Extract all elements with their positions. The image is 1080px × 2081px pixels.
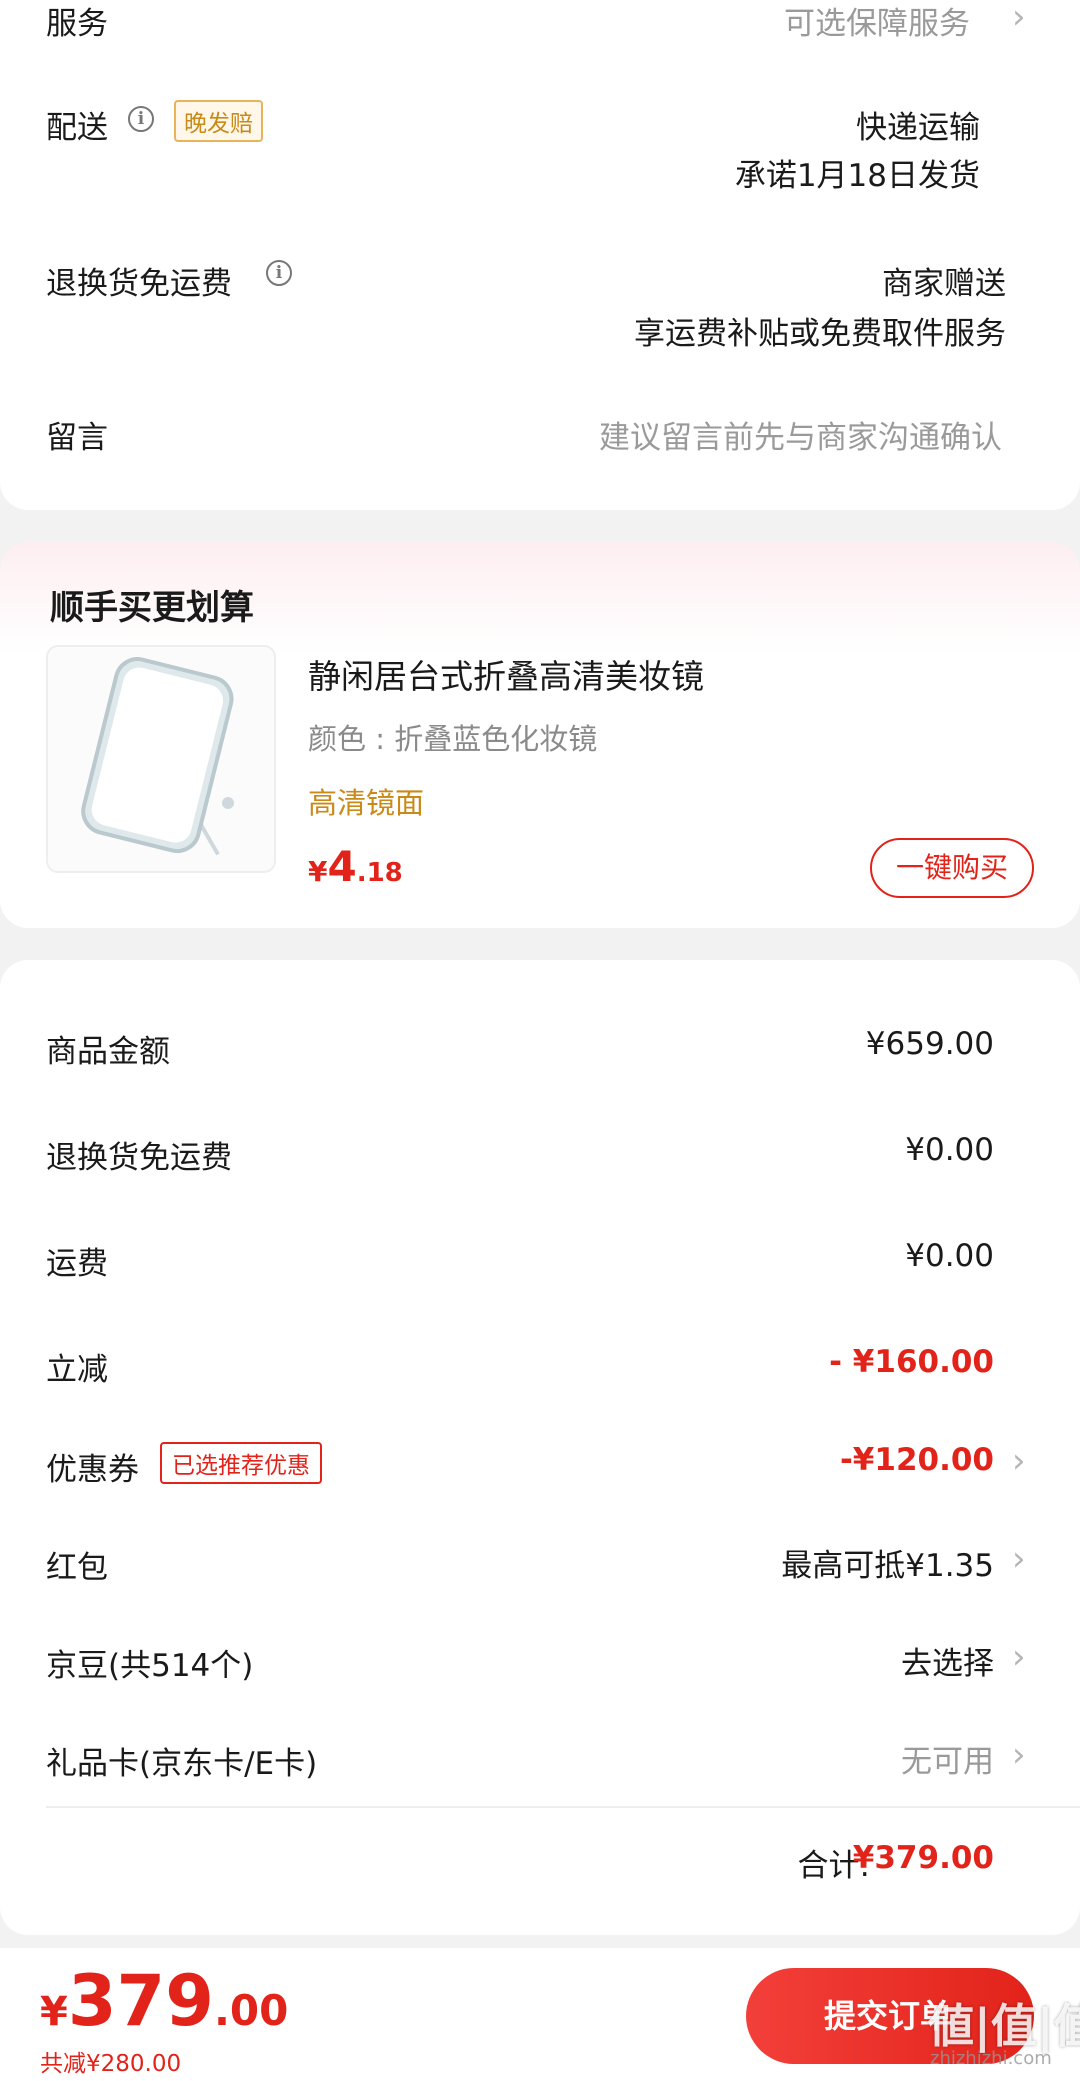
giftcard-value[interactable]: 无可用 [901, 1736, 994, 1781]
jingdou-value[interactable]: 去选择 [901, 1638, 994, 1683]
price-integer: 4 [327, 842, 357, 891]
chevron-right-icon[interactable]: › [1012, 1444, 1026, 1478]
return-shipping-value: 商家赠送 [882, 266, 1006, 302]
total-value: ¥379.00 [852, 1840, 994, 1876]
price-decimal: .18 [356, 858, 403, 888]
product-thumbnail[interactable] [46, 645, 276, 873]
return-fee-value: ¥0.00 [905, 1132, 994, 1168]
discount-label: 立减 [46, 1352, 108, 1388]
redpacket-value[interactable]: 最高可抵¥1.35 [781, 1540, 994, 1585]
goods-amount-label: 商品金额 [46, 1034, 170, 1070]
amount-integer: 379 [67, 1960, 214, 2042]
watermark-logo: 値|值|值 [928, 1999, 1080, 2053]
currency-symbol: ¥ [308, 855, 328, 888]
goods-amount-value: ¥659.00 [865, 1026, 994, 1062]
chevron-right-icon[interactable]: › [1012, 0, 1026, 34]
addon-product-price: ¥4.18 [308, 842, 403, 891]
message-label: 留言 [46, 420, 108, 456]
addon-product-title[interactable]: 静闲居台式折叠高清美妆镜 [308, 650, 704, 698]
redpacket-label: 红包 [46, 1550, 108, 1586]
addon-product-spec: 颜色 : 折叠蓝色化妆镜 [308, 722, 598, 756]
service-value[interactable]: 可选保障服务 [784, 0, 970, 43]
message-input[interactable]: 建议留言前先与商家沟通确认 [599, 412, 1002, 457]
divider [46, 1806, 1080, 1808]
delivery-promise: 承诺1月18日发货 [734, 158, 980, 194]
delivery-method: 快递运输 [856, 110, 980, 146]
shipping-value: ¥0.00 [905, 1238, 994, 1274]
total-saved: 共减¥280.00 [40, 2051, 182, 2077]
jingdou-label: 京豆(共514个) [46, 1648, 254, 1684]
amount-decimal: .00 [213, 1986, 289, 2035]
addon-section-title: 顺手买更划算 [50, 588, 254, 628]
currency-symbol: ¥ [40, 1989, 68, 2035]
coupon-label: 优惠券 [46, 1452, 139, 1488]
mirror-image [81, 657, 234, 856]
info-icon[interactable]: i [128, 106, 154, 132]
service-label: 服务 [46, 6, 108, 42]
chevron-right-icon[interactable]: › [1012, 1640, 1026, 1674]
late-compensation-badge: 晚发赔 [174, 100, 263, 142]
return-shipping-desc: 享运费补贴或免费取件服务 [634, 316, 1006, 352]
return-shipping-label: 退换货免运费 [46, 266, 232, 302]
discount-value: - ¥160.00 [829, 1344, 994, 1380]
watermark-url: zhizhizhi.com [930, 2048, 1052, 2069]
chevron-right-icon[interactable]: › [1012, 1542, 1026, 1576]
shipping-label: 运费 [46, 1246, 108, 1282]
payable-amount: ¥379.00 [40, 1960, 288, 2042]
one-click-buy-button[interactable]: 一键购买 [870, 838, 1034, 898]
chevron-right-icon[interactable]: › [1012, 1738, 1026, 1772]
info-icon[interactable]: i [266, 260, 292, 286]
giftcard-label: 礼品卡(京东卡/E卡) [46, 1746, 318, 1782]
coupon-recommended-tag: 已选推荐优惠 [160, 1442, 322, 1484]
addon-product-feature: 高清镜面 [308, 786, 425, 820]
coupon-value[interactable]: -¥120.00 [840, 1442, 994, 1478]
return-fee-label: 退换货免运费 [46, 1140, 232, 1176]
delivery-label: 配送 [46, 110, 108, 146]
